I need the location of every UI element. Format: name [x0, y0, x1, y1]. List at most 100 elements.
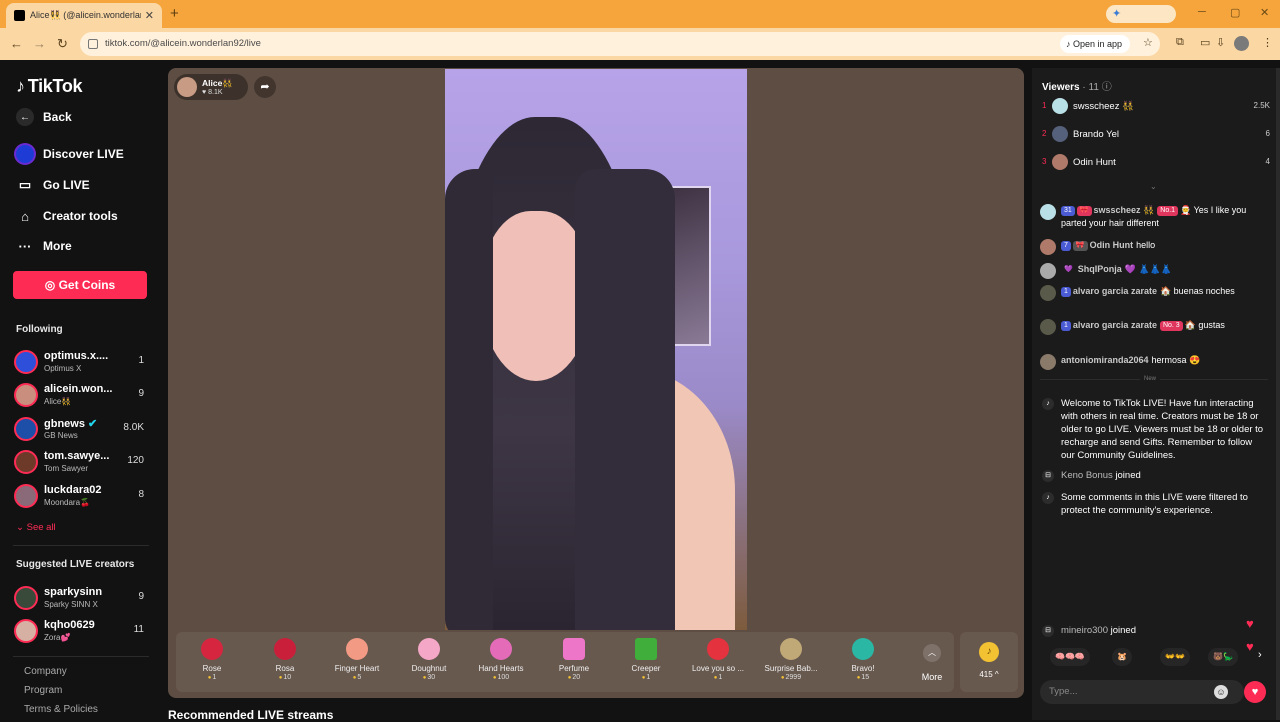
chat-message: 31 🎀 swsscheez 👯‍♀️ No.1 🧑‍🎄 Yes I like you …: [1040, 204, 1266, 230]
more-gifts-button[interactable]: ︿ More: [912, 644, 952, 682]
chevron-right-icon[interactable]: ›: [1258, 649, 1262, 661]
gift-hand-hearts[interactable]: Hand Hearts100: [469, 638, 533, 681]
joined-username[interactable]: mineiro300: [1061, 625, 1108, 636]
tab-title: Alice👯‍♀️ (@alicein.wonderlan92): [30, 10, 141, 20]
host-profile-pill[interactable]: Alice👯‍♀️ ♥ 8.1K: [174, 74, 248, 100]
gift-name: Finger Heart: [334, 664, 380, 673]
nav-creator-tools[interactable]: ⌂ Creator tools: [16, 205, 118, 227]
close-tab-icon[interactable]: ✕: [145, 9, 154, 22]
open-in-app-button[interactable]: ♪ Open in app: [1060, 35, 1131, 53]
viewer-count: 9: [138, 591, 144, 602]
nav-go-live[interactable]: ▭ Go LIVE: [16, 174, 90, 196]
gift-price: 2999: [759, 674, 823, 681]
kebab-menu-icon[interactable]: ⋮: [1262, 36, 1273, 49]
gift-bravo[interactable]: Bravo!15: [831, 638, 895, 681]
following-account[interactable]: gbnews ✔ GB News 8.0K: [14, 414, 150, 444]
quick-emoji[interactable]: 🐹: [1112, 648, 1132, 666]
emoji-picker-icon[interactable]: ☺: [1214, 685, 1228, 699]
following-account[interactable]: alicein.won... Alice👯‍♀️ 9: [14, 380, 150, 410]
gift-rose[interactable]: Rose1: [180, 638, 244, 681]
chat-username[interactable]: swsscheez 👯‍♀️: [1094, 205, 1155, 215]
avatar[interactable]: [1040, 285, 1056, 301]
chat-message: 1 alvaro garcia zarate 🏠 buenas noches: [1040, 285, 1266, 301]
chat-username[interactable]: antoniomiranda2064: [1061, 355, 1149, 365]
forward-arrow-icon[interactable]: →: [33, 36, 46, 51]
top-viewer-row[interactable]: 1 swsscheez 👯‍♀️ 2.5K: [1042, 98, 1270, 116]
welcome-text: Welcome to TikTok LIVE! Have fun interac…: [1061, 398, 1264, 461]
bookmark-star-icon[interactable]: ☆: [1143, 36, 1153, 49]
gift-rosa[interactable]: Rosa10: [253, 638, 317, 681]
streamer-hair-left: [445, 169, 493, 630]
coin-balance-button[interactable]: ♪ 415 ^: [960, 632, 1018, 692]
chat-username[interactable]: alvaro garcia zarate: [1073, 286, 1157, 296]
tiktok-favicon-icon: [14, 10, 25, 21]
viewers-heading[interactable]: Viewers · 11 ⓘ: [1042, 78, 1112, 93]
gift-price: 1: [180, 674, 244, 681]
gift-price: 1: [614, 674, 678, 681]
gift-love-you-so[interactable]: Love you so ...1: [686, 638, 750, 681]
footer-terms-link[interactable]: Terms & Policies: [24, 704, 98, 715]
chat-message: 💜 ShqIPonja 💜 👗👗👗: [1040, 263, 1266, 279]
tiktok-note-icon: ♪: [1042, 492, 1054, 504]
avatar[interactable]: [1040, 204, 1056, 220]
following-account[interactable]: luckdara02 Moondara🍒 8: [14, 481, 150, 511]
quick-emoji[interactable]: 🧠🧠🧠: [1050, 648, 1090, 666]
expand-viewers-icon[interactable]: ⌄: [1150, 182, 1157, 191]
rose-icon: [201, 638, 223, 660]
chat-username[interactable]: ShqIPonja: [1078, 264, 1122, 274]
cast-icon[interactable]: ▭: [1200, 36, 1210, 49]
chat-message-body: 7 🎀 Odin Hunt hello: [1061, 239, 1266, 252]
avatar[interactable]: [1040, 354, 1056, 370]
site-info-icon[interactable]: [88, 39, 98, 49]
info-icon[interactable]: ⓘ: [1102, 82, 1112, 93]
suggested-account[interactable]: kqho0629 Zora💕 11: [14, 616, 150, 646]
joined-username[interactable]: Keno Bonus: [1061, 470, 1113, 481]
browser-tab[interactable]: Alice👯‍♀️ (@alicein.wonderlan92) ✕: [6, 3, 162, 28]
page-scrollbar[interactable]: [1276, 68, 1280, 720]
avatar[interactable]: [1040, 319, 1056, 335]
chat-text: hello: [1136, 240, 1156, 250]
downloads-icon[interactable]: ⇩: [1216, 36, 1225, 49]
footer-company-link[interactable]: Company: [24, 666, 67, 677]
gift-doughnut[interactable]: Doughnut30: [397, 638, 461, 681]
back-arrow-icon[interactable]: ←: [10, 36, 23, 51]
nav-more[interactable]: ··· More: [16, 235, 72, 257]
avatar[interactable]: [1040, 239, 1056, 255]
reload-icon[interactable]: ↻: [57, 36, 68, 52]
minimize-icon[interactable]: ─: [1198, 6, 1206, 18]
like-heart-icon[interactable]: ♥: [1244, 681, 1266, 703]
see-all-link[interactable]: ⌄ See all: [16, 522, 56, 533]
close-window-icon[interactable]: ✕: [1260, 6, 1269, 19]
avatar[interactable]: [1040, 263, 1056, 279]
following-account[interactable]: tom.sawye... Tom Sawyer 120: [14, 447, 150, 477]
quick-emoji[interactable]: 🐻🦕: [1208, 648, 1238, 666]
top-viewer-row[interactable]: 2 Brando Yel 6: [1042, 126, 1270, 144]
share-icon[interactable]: ➦: [254, 76, 276, 98]
back-button[interactable]: ← Back: [16, 106, 72, 128]
live-chat-panel: Viewers · 11 ⓘ 1 swsscheez 👯‍♀️ 2.5K 2 B…: [1032, 68, 1280, 720]
live-video-player[interactable]: Alice👯‍♀️ ♥ 8.1K ➦: [168, 68, 1024, 630]
gift-name: Surprise Bab...: [764, 664, 818, 673]
get-coins-button[interactable]: ◎ Get Coins: [13, 271, 147, 299]
sparkle-icon[interactable]: ✦: [1106, 5, 1176, 23]
nav-discover-live[interactable]: Discover LIVE: [16, 143, 124, 165]
gift-surprise-baby[interactable]: Surprise Bab...2999: [759, 638, 823, 681]
chat-username[interactable]: alvaro garcia zarate: [1073, 320, 1157, 330]
url-field[interactable]: tiktok.com/@alicein.wonderlan92/live: [80, 32, 1160, 56]
profile-avatar[interactable]: [1234, 36, 1249, 51]
chat-username[interactable]: Odin Hunt: [1090, 240, 1134, 250]
gift-creeper[interactable]: Creeper1: [614, 638, 678, 681]
hand-hearts-icon: [490, 638, 512, 660]
quick-emoji[interactable]: 👐👐: [1160, 648, 1190, 666]
suggested-account[interactable]: sparkysinn Sparky SINN X 9: [14, 583, 150, 613]
viewers-count: · 11: [1082, 82, 1099, 93]
top-viewer-row[interactable]: 3 Odin Hunt 4: [1042, 154, 1270, 172]
tiktok-logo[interactable]: ♪ TikTok: [16, 76, 83, 97]
following-account[interactable]: optimus.x.... Optimus X 1: [14, 347, 150, 377]
maximize-icon[interactable]: ▢: [1230, 6, 1240, 19]
new-tab-icon[interactable]: +: [170, 5, 179, 22]
gift-finger-heart[interactable]: Finger Heart5: [325, 638, 389, 681]
gift-perfume[interactable]: Perfume20: [542, 638, 606, 681]
tab-search-icon[interactable]: ⧉: [1176, 36, 1184, 49]
footer-program-link[interactable]: Program: [24, 685, 62, 696]
